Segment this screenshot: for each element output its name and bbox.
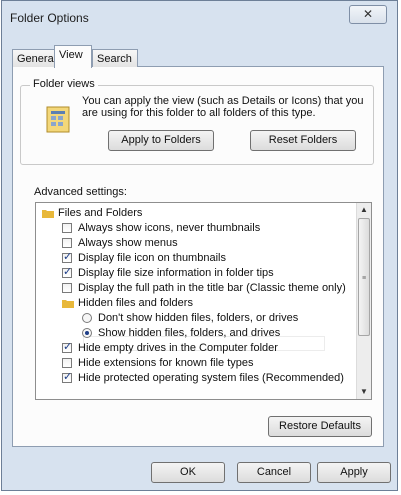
title-bar[interactable]: Folder Options ✕: [2, 1, 397, 33]
setting-label: Always show icons, never thumbnails: [78, 222, 261, 234]
folder-views-label: Folder views: [30, 78, 98, 90]
close-icon: ✕: [362, 7, 374, 21]
grip-icon: ≡: [362, 275, 367, 282]
window-title: Folder Options: [10, 11, 89, 25]
radio-button[interactable]: [82, 313, 92, 323]
advanced-settings-tree[interactable]: Files and Folders Always show icons, nev…: [35, 202, 372, 400]
close-button[interactable]: ✕: [349, 5, 387, 24]
checkbox[interactable]: [62, 223, 72, 233]
ok-button[interactable]: OK: [151, 462, 225, 483]
setting-label: Display file size information in folder …: [78, 267, 274, 279]
restore-defaults-button[interactable]: Restore Defaults: [268, 416, 372, 437]
setting-label: Display the full path in the title bar (…: [78, 282, 346, 294]
folder-icon: [62, 300, 74, 308]
setting-label: Show hidden files, folders, and drives: [98, 327, 281, 339]
scroll-down-icon[interactable]: ▼: [357, 385, 371, 399]
reset-folders-button[interactable]: Reset Folders: [250, 130, 356, 151]
folder-view-icon: [46, 106, 70, 133]
scroll-thumb[interactable]: ≡: [358, 218, 370, 336]
radio-button[interactable]: [82, 328, 92, 338]
vertical-scrollbar[interactable]: ▲ ≡ ▼: [356, 203, 371, 399]
folder-icon: [42, 210, 54, 218]
apply-to-folders-button[interactable]: Apply to Folders: [108, 130, 214, 151]
tab-general[interactable]: General: [12, 49, 56, 67]
cancel-button[interactable]: Cancel: [237, 462, 311, 483]
setting-label: Hide extensions for known file types: [78, 357, 254, 369]
setting-label: Hide empty drives in the Computer folder: [78, 342, 278, 354]
folder-views-description: You can apply the view (such as Details …: [82, 95, 364, 119]
checkbox[interactable]: [62, 265, 72, 280]
scroll-up-icon[interactable]: ▲: [357, 203, 371, 217]
tree-item-label: Files and Folders: [58, 207, 143, 219]
checkbox[interactable]: [62, 250, 72, 265]
setting-label: Hide protected operating system files (R…: [78, 372, 344, 384]
setting-label: Always show menus: [78, 237, 178, 249]
checkbox[interactable]: [62, 370, 72, 385]
checkbox[interactable]: [62, 358, 72, 368]
tab-view[interactable]: View: [54, 45, 92, 68]
setting-label: Display file icon on thumbnails: [78, 252, 226, 264]
advanced-settings-label: Advanced settings:: [34, 186, 127, 198]
tab-search[interactable]: Search: [92, 49, 138, 67]
apply-button[interactable]: Apply: [317, 462, 391, 483]
checkbox[interactable]: [62, 283, 72, 293]
checkbox[interactable]: [62, 238, 72, 248]
tree-item-label: Hidden files and folders: [78, 297, 193, 309]
setting-label: Don't show hidden files, folders, or dri…: [98, 312, 299, 324]
checkbox[interactable]: [62, 340, 72, 355]
